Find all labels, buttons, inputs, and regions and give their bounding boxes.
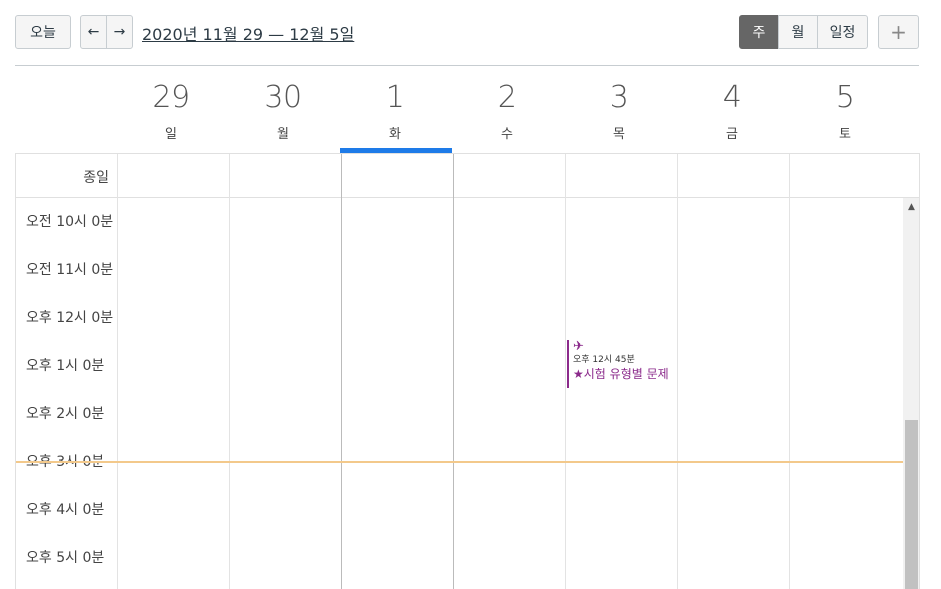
- scrollbar-thumb[interactable]: [905, 420, 918, 589]
- day-number: 2: [497, 80, 517, 115]
- day-name: 일: [165, 127, 177, 142]
- time-label: 오후 5시 0분: [26, 550, 105, 566]
- today-button[interactable]: 오늘: [15, 15, 71, 49]
- event-time: 오후 12시 45분: [573, 355, 635, 365]
- day-number: 5: [835, 80, 855, 115]
- day-header-mon[interactable]: 30 월: [227, 78, 339, 142]
- plane-icon: ✈: [573, 340, 584, 354]
- column-divider: [789, 154, 790, 589]
- day-header-wed[interactable]: 2 수: [451, 78, 563, 142]
- current-time-line: [16, 461, 903, 463]
- day-number: 29: [152, 80, 190, 115]
- time-label: 오전 10시 0분: [26, 214, 114, 230]
- column-divider: [453, 154, 454, 589]
- day-number: 30: [264, 80, 302, 115]
- view-agenda-button[interactable]: 일정: [817, 15, 868, 49]
- day-name: 목: [613, 127, 625, 142]
- day-number: 1: [385, 80, 405, 115]
- time-label: 오후 12시 0분: [26, 310, 114, 326]
- day-name: 화: [389, 127, 401, 142]
- all-day-row[interactable]: 종일: [16, 154, 919, 198]
- day-name: 월: [277, 127, 289, 142]
- time-label: 오후 1시 0분: [26, 358, 105, 374]
- header-divider: [15, 65, 919, 66]
- all-day-label: 종일: [83, 170, 109, 186]
- date-range-title[interactable]: 2020년 11월 29 — 12월 5일: [142, 21, 354, 45]
- column-divider: [565, 154, 566, 589]
- day-number: 3: [609, 80, 629, 115]
- day-header-thu[interactable]: 3 목: [563, 78, 675, 142]
- calendar-event[interactable]: ✈ 오후 12시 45분 ★시험 유형별 문제: [567, 340, 677, 388]
- day-header-sun[interactable]: 29 일: [115, 78, 227, 142]
- scroll-up-arrow-icon[interactable]: ▲: [903, 202, 919, 212]
- time-label: 오전 11시 0분: [26, 262, 114, 278]
- column-divider: [341, 154, 342, 589]
- column-divider: [229, 154, 230, 589]
- column-divider: [677, 154, 678, 589]
- prev-week-button[interactable]: ←: [80, 15, 107, 49]
- time-label: 오후 2시 0분: [26, 406, 105, 422]
- next-week-button[interactable]: →: [106, 15, 133, 49]
- time-label: 오후 4시 0분: [26, 502, 105, 518]
- day-number: 4: [722, 80, 742, 115]
- column-divider: [117, 154, 118, 589]
- view-month-button[interactable]: 월: [778, 15, 818, 49]
- day-name: 토: [839, 127, 851, 142]
- day-name: 금: [726, 127, 738, 142]
- plus-icon: +: [890, 20, 907, 44]
- arrow-left-icon: ←: [87, 24, 100, 40]
- day-header-sat[interactable]: 5 토: [789, 78, 901, 142]
- view-week-button[interactable]: 주: [739, 15, 779, 49]
- day-name: 수: [501, 127, 513, 142]
- arrow-right-icon: →: [113, 24, 126, 40]
- add-event-button[interactable]: +: [878, 15, 919, 49]
- week-grid[interactable]: 종일 오전 10시 0분 오전 11시 0분 오후 12시 0분 오후 1시 0…: [15, 153, 920, 589]
- day-header-tue[interactable]: 1 화: [339, 78, 451, 142]
- event-title: ★시험 유형별 문제: [573, 367, 669, 381]
- day-header-fri[interactable]: 4 금: [676, 78, 788, 142]
- vertical-scrollbar[interactable]: ▲: [903, 198, 919, 589]
